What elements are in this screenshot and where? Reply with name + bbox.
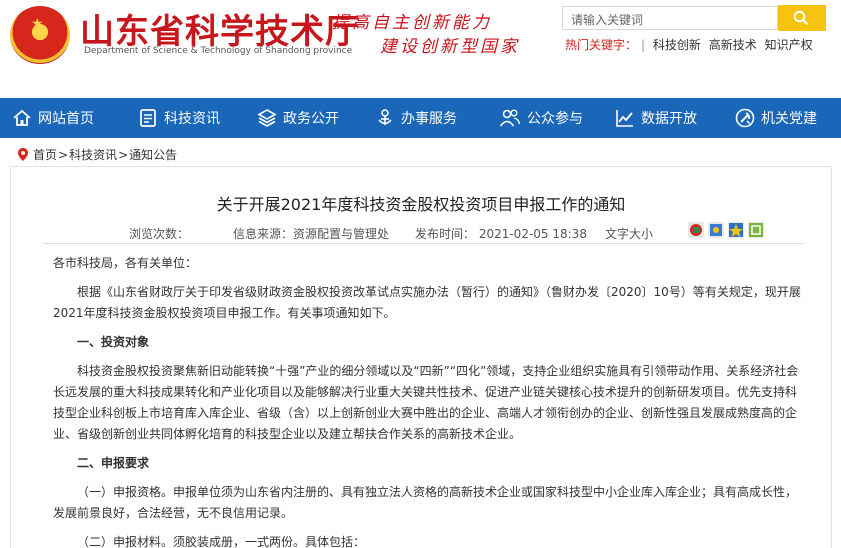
search-input[interactable]: 请输入关键词 <box>562 6 778 30</box>
greeting: 各市科技局，各有关单位： <box>53 256 198 270</box>
font-size-label: 文字大小 <box>605 227 654 241</box>
party-icon <box>735 108 755 128</box>
slogan-line1: 提高自主创新能力 <box>332 13 492 33</box>
site-header: ★ 山东省科学技术厅 Department of Science & Techn… <box>0 0 841 98</box>
nav-label: 网站首页 <box>38 111 94 127</box>
slogan-line2: 建设创新型国家 <box>380 37 520 57</box>
views-label: 浏览次数： <box>129 227 190 241</box>
hot-keyword-link[interactable]: 科技创新 <box>653 38 701 52</box>
section1-paragraph: 科技资金股权投资聚焦新旧动能转换“十强”产业的细分领域以及“四新”“四化”领域，… <box>53 364 799 441</box>
hot-keywords-label: 热门关键字： <box>565 38 638 52</box>
nav-item-party[interactable]: 机关党建 <box>735 98 841 138</box>
nav-item-government[interactable]: 政务公开 <box>257 98 375 138</box>
search-button[interactable] <box>778 5 826 31</box>
breadcrumb-news[interactable]: 科技资讯 <box>69 146 117 163</box>
breadcrumb-home[interactable]: 首页 <box>33 146 57 163</box>
main-nav: 网站首页 科技资讯 政务公开 办事服务 公众参与 数据开放 机关党建 <box>0 98 841 138</box>
font-medium-icon[interactable] <box>708 222 724 238</box>
nav-label: 公众参与 <box>527 111 583 127</box>
article-body: 各市科技局，各有关单位： 根据《山东省财政厅关于印发省级财政资金股权投资改革试点… <box>53 253 803 548</box>
hot-keywords: 热门关键字： | 科技创新 高新技术 知识产权 <box>565 38 813 52</box>
article-title: 关于开展2021年度科技资金股权投资项目申报工作的通知 <box>216 195 626 214</box>
hot-keyword-link[interactable]: 高新技术 <box>709 38 757 52</box>
location-pin-icon <box>18 148 28 161</box>
layers-icon <box>257 109 277 127</box>
font-reset-icon[interactable] <box>748 222 764 238</box>
font-size-controls <box>688 222 768 238</box>
section-heading: 二、申报要求 <box>77 456 150 470</box>
section-heading: 一、投资对象 <box>77 335 150 349</box>
service-icon <box>378 109 392 125</box>
hot-keyword-link[interactable]: 知识产权 <box>765 38 813 52</box>
nav-item-data[interactable]: 数据开放 <box>615 98 735 138</box>
nav-item-services[interactable]: 办事服务 <box>375 98 499 138</box>
news-icon <box>140 109 156 127</box>
article-container: 关于开展2021年度科技资金股权投资项目申报工作的通知 浏览次数： 信息来源：资… <box>10 166 832 548</box>
people-icon <box>499 109 521 127</box>
breadcrumb: 首页 > 科技资讯 > 通知公告 <box>18 146 177 163</box>
info-source: 信息来源：资源配置与管理处 <box>233 227 390 241</box>
nav-label: 办事服务 <box>401 111 457 127</box>
nav-label: 数据开放 <box>641 111 697 127</box>
nav-label: 政务公开 <box>283 111 339 127</box>
nav-label: 机关党建 <box>761 111 817 127</box>
nav-item-home[interactable]: 网站首页 <box>12 98 130 138</box>
section2-item2: （二）申报材料。须胶装成册，一式两份。具体包括： <box>77 535 366 548</box>
nav-label: 科技资讯 <box>164 111 220 127</box>
font-large-icon[interactable] <box>688 222 704 238</box>
intro-paragraph: 根据《山东省财政厅关于印发省级财政资金股权投资改革试点实施办法（暂行）的通知》（… <box>53 285 801 320</box>
font-small-icon[interactable] <box>728 222 744 238</box>
breadcrumb-notices[interactable]: 通知公告 <box>129 146 177 163</box>
chart-icon <box>616 110 633 127</box>
nav-item-public[interactable]: 公众参与 <box>499 98 615 138</box>
national-emblem-icon: ★ <box>10 6 70 64</box>
section2-item1: （一）申报资格。申报单位须为山东省内注册的、具有独立法人资格的高新技术企业或国家… <box>53 485 798 520</box>
site-subtitle: Department of Science & Technology of Sh… <box>84 46 353 56</box>
publish-time: 发布时间： 2021-02-05 18:38 <box>415 227 587 241</box>
article-meta: 浏览次数： 信息来源：资源配置与管理处 发布时间： 2021-02-05 18:… <box>43 222 803 244</box>
home-icon <box>13 109 31 126</box>
search-icon <box>793 10 809 26</box>
nav-item-news[interactable]: 科技资讯 <box>138 98 257 138</box>
